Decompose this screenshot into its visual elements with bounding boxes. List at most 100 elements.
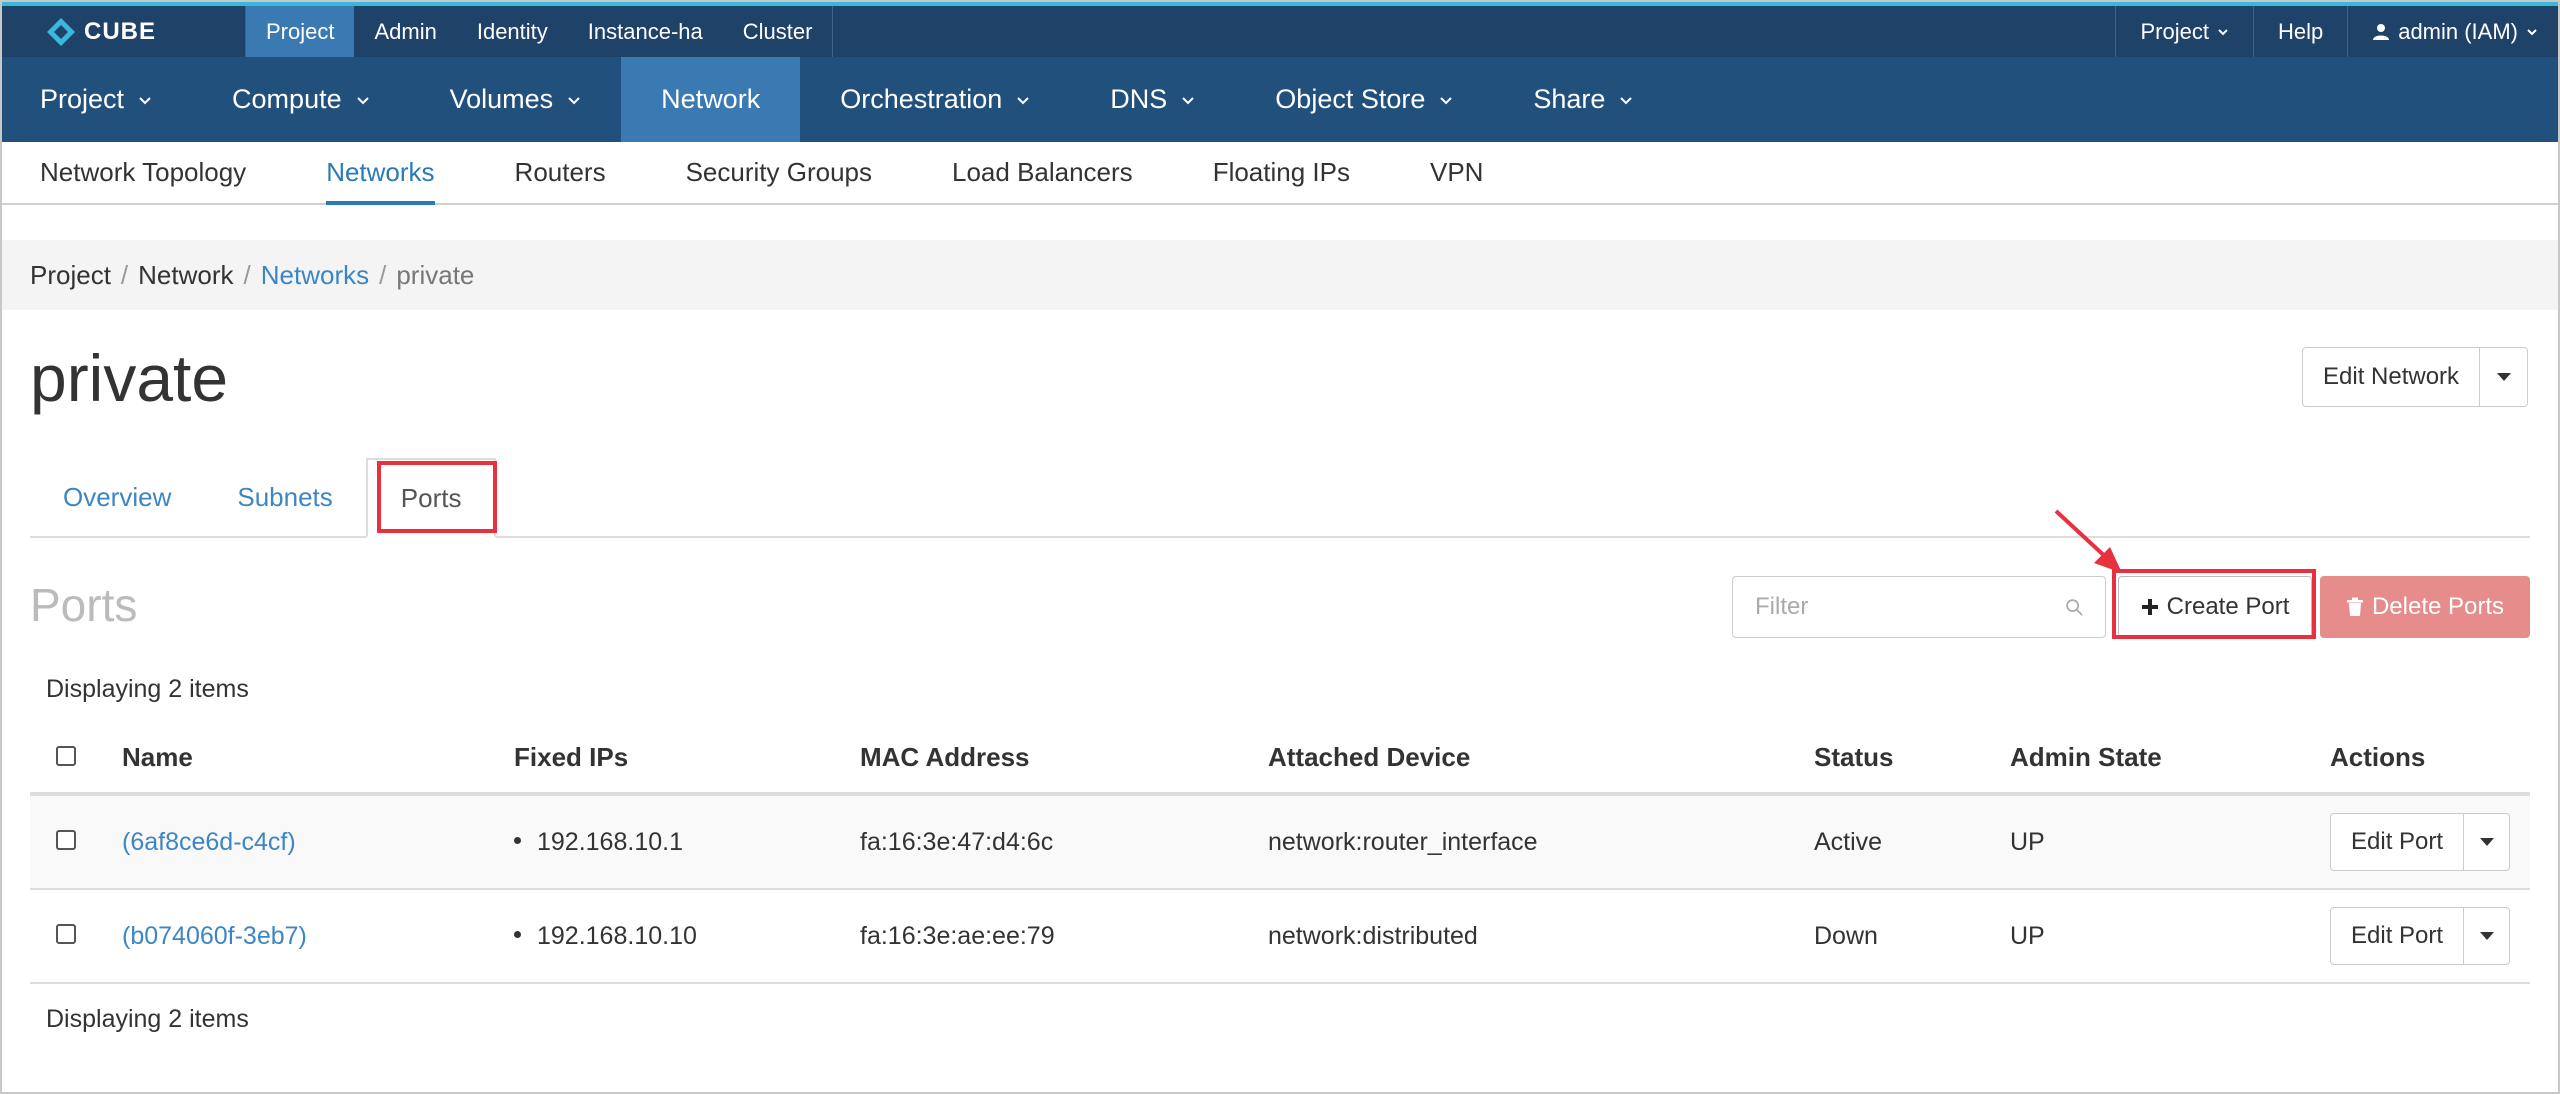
chevron-down-icon: [139, 96, 151, 104]
tab-subnets[interactable]: Subnets: [204, 458, 365, 536]
port-status: Down: [1814, 921, 1878, 950]
context-instance-ha[interactable]: Instance-ha: [568, 6, 723, 57]
sub-nav-routers[interactable]: Routers: [515, 142, 606, 203]
breadcrumb-project: Project: [30, 259, 111, 290]
delete-ports-button[interactable]: Delete Ports: [2320, 576, 2530, 638]
main-nav-dns[interactable]: DNS: [1070, 57, 1235, 142]
column-header-fixed-ips[interactable]: Fixed IPs: [514, 742, 860, 773]
main-nav-label: Share: [1533, 84, 1606, 114]
main-nav-label: Project: [40, 84, 125, 114]
row-checkbox[interactable]: [56, 923, 76, 944]
attached-device: network:distributed: [1268, 921, 1478, 950]
edit-port-button[interactable]: Edit Port: [2331, 814, 2463, 870]
row-actions-dropdown-toggle[interactable]: [2463, 908, 2509, 964]
main-nav-project[interactable]: Project: [0, 57, 192, 142]
breadcrumb-separator: /: [379, 259, 387, 290]
breadcrumb-networks-link[interactable]: Networks: [261, 260, 369, 291]
main-nav-label: Network: [661, 84, 761, 114]
row-actions-group: Edit Port: [2330, 907, 2511, 965]
annotation-arrow-icon: [2054, 509, 2122, 573]
project-dropdown[interactable]: Project: [2115, 6, 2252, 57]
chevron-down-icon: [2527, 28, 2537, 35]
main-nav-network[interactable]: Network: [621, 57, 801, 142]
main-nav-orchestration[interactable]: Orchestration: [800, 57, 1070, 142]
caret-down-icon: [2496, 373, 2511, 381]
help-label: Help: [2277, 18, 2324, 44]
user-icon: [2373, 23, 2390, 40]
column-header-actions: Actions: [2330, 741, 2426, 772]
main-nav: Project Compute Volumes Network Orchestr…: [0, 57, 2560, 142]
port-status: Active: [1814, 827, 1883, 856]
delete-ports-label: Delete Ports: [2371, 593, 2505, 620]
topbar-right: Project Help admin (IAM): [2115, 6, 2560, 57]
sub-nav: Network Topology Networks Routers Securi…: [0, 142, 2560, 205]
context-cluster[interactable]: Cluster: [723, 6, 833, 57]
filter-box: [1732, 576, 2106, 638]
breadcrumb-current: private: [396, 259, 475, 290]
table-header-row: Name Fixed IPs MAC Address Attached Devi…: [30, 722, 2530, 796]
row-checkbox[interactable]: [56, 829, 76, 850]
sub-nav-floating-ips[interactable]: Floating IPs: [1213, 142, 1350, 203]
main-nav-share[interactable]: Share: [1493, 57, 1673, 142]
tab-overview[interactable]: Overview: [30, 458, 204, 536]
edit-network-dropdown-toggle[interactable]: [2479, 348, 2527, 406]
brand-logo[interactable]: CUBE: [0, 6, 245, 57]
user-label: admin (IAM): [2398, 18, 2518, 44]
sub-nav-vpn[interactable]: VPN: [1430, 142, 1483, 203]
row-actions-dropdown-toggle[interactable]: [2463, 814, 2509, 870]
filter-input[interactable]: [1755, 593, 2065, 621]
column-header-mac-address[interactable]: MAC Address: [860, 742, 1268, 773]
context-admin[interactable]: Admin: [354, 6, 456, 57]
help-link[interactable]: Help: [2252, 6, 2347, 57]
chevron-down-icon: [2218, 28, 2228, 35]
ports-heading: Ports: [30, 579, 138, 631]
column-header-status[interactable]: Status: [1814, 742, 2010, 773]
chevron-down-icon: [1440, 96, 1453, 104]
chevron-down-icon: [1620, 96, 1633, 104]
create-port-label: Create Port: [2166, 593, 2290, 620]
column-header-admin-state[interactable]: Admin State: [2010, 742, 2330, 773]
table-row: (b074060f-3eb7) 192.168.10.10 fa:16:3e:a…: [30, 890, 2530, 984]
sub-nav-network-topology[interactable]: Network Topology: [40, 142, 246, 203]
context-identity[interactable]: Identity: [457, 6, 568, 57]
breadcrumb-separator: /: [243, 259, 251, 290]
create-port-button[interactable]: Create Port: [2118, 576, 2312, 638]
detail-tabs: Overview Subnets Ports: [30, 458, 2530, 538]
sub-nav-networks[interactable]: Networks: [326, 142, 435, 205]
main-nav-label: Object Store: [1275, 84, 1426, 114]
bullet-icon: [514, 837, 521, 845]
port-name-link[interactable]: (b074060f-3eb7): [122, 922, 307, 950]
sub-nav-security-groups[interactable]: Security Groups: [686, 142, 872, 203]
mac-address: fa:16:3e:47:d4:6c: [860, 827, 1054, 856]
port-name-link[interactable]: (6af8ce6d-c4cf): [122, 828, 296, 856]
main-nav-label: Compute: [232, 84, 342, 114]
edit-network-button-group: Edit Network: [2302, 347, 2529, 407]
main-nav-label: DNS: [1110, 84, 1168, 114]
edit-port-button[interactable]: Edit Port: [2331, 908, 2463, 964]
sub-nav-load-balancers[interactable]: Load Balancers: [952, 142, 1133, 203]
column-header-attached-device[interactable]: Attached Device: [1268, 742, 1814, 773]
table-row: (6af8ce6d-c4cf) 192.168.10.1 fa:16:3e:47…: [30, 796, 2530, 890]
main-nav-object-store[interactable]: Object Store: [1235, 57, 1493, 142]
search-icon[interactable]: [2065, 594, 2083, 620]
top-bar: CUBE Project Admin Identity Instance-ha …: [0, 6, 2560, 57]
user-menu[interactable]: admin (IAM): [2347, 6, 2560, 57]
context-nav: Project Admin Identity Instance-ha Clust…: [245, 6, 834, 57]
context-project[interactable]: Project: [246, 6, 355, 57]
bullet-icon: [514, 931, 521, 939]
caret-down-icon: [2479, 838, 2494, 846]
items-count-top: Displaying 2 items: [46, 675, 249, 703]
plus-icon: [2141, 599, 2158, 615]
caret-down-icon: [2479, 932, 2494, 940]
project-dropdown-label: Project: [2140, 18, 2209, 44]
chevron-down-icon: [1182, 96, 1195, 104]
select-all-checkbox[interactable]: [56, 745, 76, 766]
column-header-name[interactable]: Name: [122, 742, 514, 773]
main-nav-compute[interactable]: Compute: [192, 57, 410, 142]
edit-network-button[interactable]: Edit Network: [2303, 348, 2479, 406]
tab-ports[interactable]: Ports: [365, 458, 497, 538]
fixed-ip: 192.168.10.10: [537, 921, 697, 950]
cube-logo-icon: [46, 17, 76, 47]
main-nav-volumes[interactable]: Volumes: [410, 57, 622, 142]
row-actions-group: Edit Port: [2330, 813, 2511, 871]
